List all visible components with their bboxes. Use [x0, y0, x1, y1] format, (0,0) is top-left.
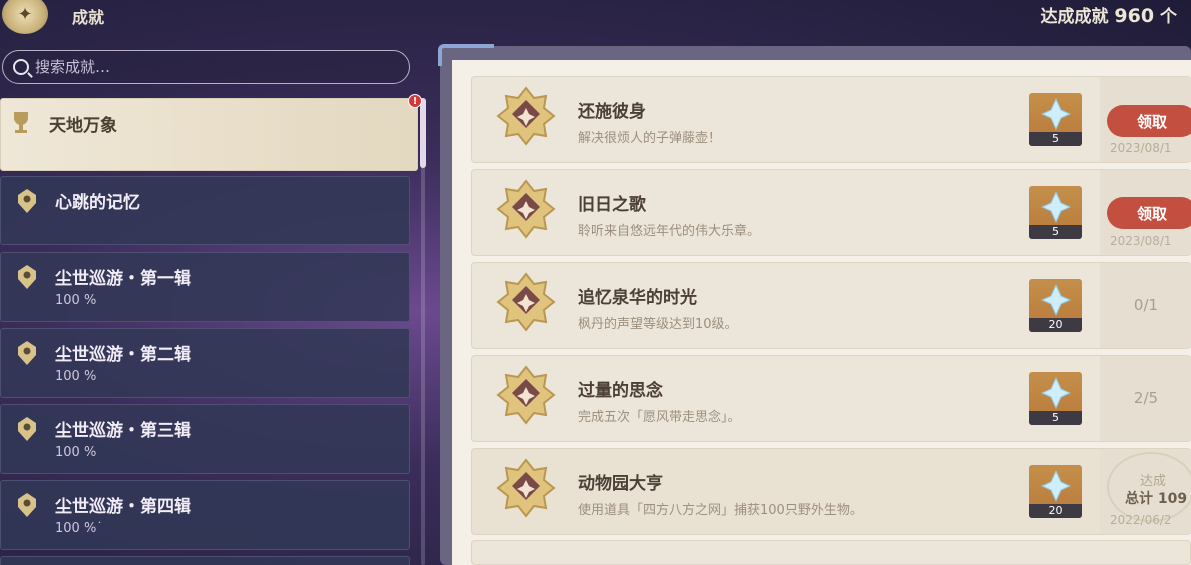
category-badge-icon: [18, 341, 36, 365]
achievement-medal-icon: [496, 365, 556, 425]
category-label: 尘世巡游・第三辑: [55, 421, 191, 441]
reward-item[interactable]: 20: [1029, 279, 1082, 332]
category-item-active[interactable]: 天地万象: [0, 98, 418, 171]
achievement-progress: 0/1: [1133, 296, 1159, 314]
category-badge-icon: [18, 265, 36, 289]
achievement-row[interactable]: 旧日之歌 聆听来自悠远年代的伟大乐章。 5: [471, 169, 1191, 256]
reward-item[interactable]: 20: [1029, 465, 1082, 518]
achievement-description: 枫丹的声望等级达到10级。: [578, 317, 738, 332]
category-percent: 100 %: [55, 293, 97, 308]
category-badge-icon: [18, 417, 36, 441]
reward-item[interactable]: 5: [1029, 93, 1082, 146]
category-badge-icon: [18, 493, 36, 517]
primogem-icon: [1041, 191, 1071, 223]
category-label: 尘世巡游・第四辑: [55, 497, 191, 517]
achievement-date: 2022/06/2: [1110, 513, 1172, 527]
category-trophy-icon: [14, 112, 28, 133]
reward-quantity: 20: [1029, 504, 1082, 518]
category-item[interactable]: [0, 556, 410, 565]
achievement-date: 2023/08/1: [1110, 234, 1172, 248]
search-icon: [13, 59, 29, 75]
achievement-description: 完成五次「愿风带走思念」。: [578, 410, 741, 425]
category-badge-icon: [18, 189, 36, 213]
category-item[interactable]: 尘世巡游・第四辑 100 %˙: [0, 480, 410, 550]
reward-quantity: 20: [1029, 318, 1082, 332]
achievement-total-label: 达成成就: [1040, 7, 1109, 27]
achievement-medal-icon: [496, 179, 556, 239]
achievement-name: 追忆泉华的时光: [578, 288, 697, 308]
achievement-medal-icon: [496, 458, 556, 518]
category-label: 尘世巡游・第二辑: [55, 345, 191, 365]
category-percent: 100 %: [55, 369, 97, 384]
achievement-name: 还施彼身: [578, 102, 646, 122]
page-title: 成就: [72, 8, 105, 27]
achievement-emblem-icon: ✦: [2, 0, 48, 34]
reward-quantity: 5: [1029, 411, 1082, 425]
search-box[interactable]: [2, 50, 410, 84]
search-input[interactable]: [35, 58, 375, 76]
category-item[interactable]: 尘世巡游・第二辑 100 %: [0, 328, 410, 398]
category-label: 天地万象: [49, 116, 117, 136]
primogem-icon: [1041, 284, 1071, 316]
category-item[interactable]: 尘世巡游・第三辑 100 %: [0, 404, 410, 474]
achievement-description: 聆听来自悠远年代的伟大乐章。: [578, 224, 761, 239]
completed-stamp-total: 总计 109: [1125, 491, 1188, 507]
achievement-name: 过量的思念: [578, 381, 663, 401]
reward-quantity: 5: [1029, 225, 1082, 239]
category-percent: 100 %˙: [55, 521, 103, 536]
achievement-total: 达成成就 960 个: [1040, 2, 1177, 27]
completed-stamp-label: 达成: [1140, 474, 1167, 489]
primogem-icon: [1041, 377, 1071, 409]
category-item[interactable]: 心跳的记忆: [0, 176, 410, 245]
achievement-row[interactable]: 动物园大亨 使用道具「四方八方之网」捕获100只野外生物。 20: [471, 448, 1191, 535]
achievement-row[interactable]: 追忆泉华的时光 枫丹的声望等级达到10级。 20 0/1: [471, 262, 1191, 349]
category-label: 尘世巡游・第一辑: [55, 269, 191, 289]
achievement-name: 动物园大亨: [578, 474, 663, 494]
sidebar-scrollbar[interactable]: [420, 98, 426, 168]
claim-button[interactable]: 领取: [1107, 105, 1191, 137]
primogem-icon: [1041, 470, 1071, 502]
category-label: 心跳的记忆: [55, 193, 140, 213]
claim-button[interactable]: 领取: [1107, 197, 1191, 229]
achievement-date: 2023/08/1: [1110, 141, 1172, 155]
category-percent: 100 %: [55, 445, 97, 460]
achievement-total-unit: 个: [1160, 7, 1177, 27]
achievement-progress: 2/5: [1133, 389, 1159, 407]
achievement-description: 使用道具「四方八方之网」捕获100只野外生物。: [578, 503, 863, 518]
achievement-description: 解决很烦人的子弹藤壶！: [578, 131, 722, 146]
achievement-medal-icon: [496, 272, 556, 332]
achievement-row[interactable]: [471, 540, 1191, 565]
achievement-name: 旧日之歌: [578, 195, 646, 215]
sidebar-scroll-track[interactable]: [421, 98, 425, 565]
achievement-row[interactable]: 过量的思念 完成五次「愿风带走思念」。 5 2/5: [471, 355, 1191, 442]
achievement-total-count: 960: [1114, 5, 1155, 27]
reward-quantity: 5: [1029, 132, 1082, 146]
achievement-row[interactable]: 还施彼身 解决很烦人的子弹藤壶！ 5: [471, 76, 1191, 163]
primogem-icon: [1041, 98, 1071, 130]
reward-item[interactable]: 5: [1029, 186, 1082, 239]
achievement-medal-icon: [496, 86, 556, 146]
category-item[interactable]: 尘世巡游・第一辑 100 %: [0, 252, 410, 322]
notification-badge: !: [408, 94, 422, 108]
reward-item[interactable]: 5: [1029, 372, 1082, 425]
top-bar: ✦ 成就 达成成就 960 个: [0, 0, 1191, 34]
